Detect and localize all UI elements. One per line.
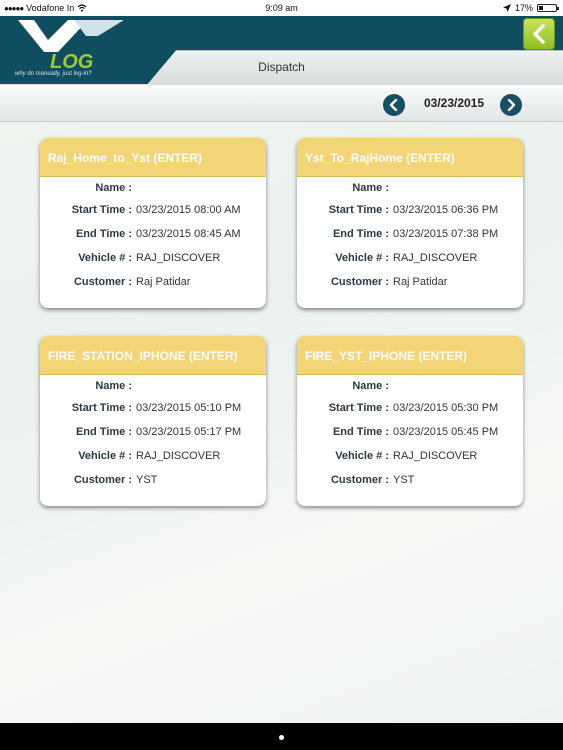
chevron-left-icon: [389, 99, 398, 111]
start-time-label: Start Time :: [328, 204, 389, 216]
end-time-value: 03/23/2015 05:45 PM: [393, 426, 499, 438]
end-time-value: 03/23/2015 07:38 PM: [393, 228, 499, 240]
dispatch-card[interactable]: Raj_Home_to_Yst (ENTER) Name : Start Tim…: [40, 138, 266, 308]
start-time-value: 03/23/2015 05:10 PM: [136, 402, 242, 414]
vehicle-label: Vehicle # :: [78, 450, 132, 462]
customer-label: Customer :: [330, 276, 389, 288]
battery-icon: [537, 4, 559, 12]
dispatch-card-title[interactable]: FIRE_YST_IPHONE (ENTER): [297, 336, 523, 375]
end-time-label: End Time :: [75, 426, 132, 438]
end-time-value: 03/23/2015 08:45 AM: [136, 228, 241, 240]
start-time-label: Start Time :: [328, 402, 389, 414]
name-label: Name :: [352, 182, 389, 194]
name-label: Name :: [95, 380, 132, 392]
battery-percent: 17%: [514, 3, 533, 13]
customer-value: Raj Patidar: [136, 276, 191, 288]
start-time-value: 03/23/2015 06:36 PM: [393, 204, 499, 216]
dispatch-card-title[interactable]: Raj_Home_to_Yst (ENTER): [40, 138, 266, 177]
start-time-label: Start Time :: [71, 204, 132, 216]
location-arrow-icon: [502, 4, 511, 12]
name-label: Name :: [95, 182, 132, 194]
status-bar: ●●●●● Vodafone In 9:09 am 17%: [0, 0, 563, 16]
vehicle-value: RAJ_DISCOVER: [393, 450, 478, 462]
end-time-value: 03/23/2015 05:17 PM: [136, 426, 242, 438]
customer-label: Customer :: [73, 276, 132, 288]
vehicle-value: RAJ_DISCOVER: [136, 450, 221, 462]
customer-value: YST: [393, 474, 415, 486]
dispatch-card-title[interactable]: Yst_To_RajHome (ENTER): [297, 138, 523, 177]
vehicle-value: RAJ_DISCOVER: [393, 252, 478, 264]
status-time: 9:09 am: [265, 3, 298, 13]
home-indicator-icon: [279, 735, 284, 740]
current-date: 03/23/2015: [423, 96, 485, 110]
chevron-left-icon: [533, 24, 545, 44]
vehicle-label: Vehicle # :: [78, 252, 132, 264]
vehicle-label: Vehicle # :: [335, 450, 389, 462]
dispatch-card[interactable]: Yst_To_RajHome (ENTER) Name : Start Time…: [297, 138, 523, 308]
next-date-button[interactable]: [500, 94, 522, 116]
start-time-label: Start Time :: [71, 402, 132, 414]
page-title: Dispatch: [258, 60, 305, 74]
chevron-right-icon: [507, 99, 516, 111]
customer-value: YST: [136, 474, 158, 486]
end-time-label: End Time :: [332, 426, 389, 438]
bottom-bar: [0, 723, 563, 750]
vehicle-label: Vehicle # :: [335, 252, 389, 264]
vehicle-value: RAJ_DISCOVER: [136, 252, 221, 264]
customer-label: Customer :: [73, 474, 132, 486]
dispatch-card[interactable]: FIRE_YST_IPHONE (ENTER) Name : Start Tim…: [297, 336, 523, 506]
start-time-value: 03/23/2015 08:00 AM: [136, 204, 241, 216]
name-label: Name :: [352, 380, 389, 392]
end-time-label: End Time :: [75, 228, 132, 240]
previous-date-button[interactable]: [383, 94, 405, 116]
end-time-label: End Time :: [332, 228, 389, 240]
date-navigation-bar: 03/23/2015: [0, 85, 563, 122]
dispatch-card[interactable]: FIRE_STATION_IPHONE (ENTER) Name : Start…: [40, 336, 266, 506]
start-time-value: 03/23/2015 05:30 PM: [393, 402, 499, 414]
back-button[interactable]: [523, 18, 555, 50]
customer-value: Raj Patidar: [393, 276, 448, 288]
dispatch-card-title[interactable]: FIRE_STATION_IPHONE (ENTER): [40, 336, 266, 375]
customer-label: Customer :: [330, 474, 389, 486]
